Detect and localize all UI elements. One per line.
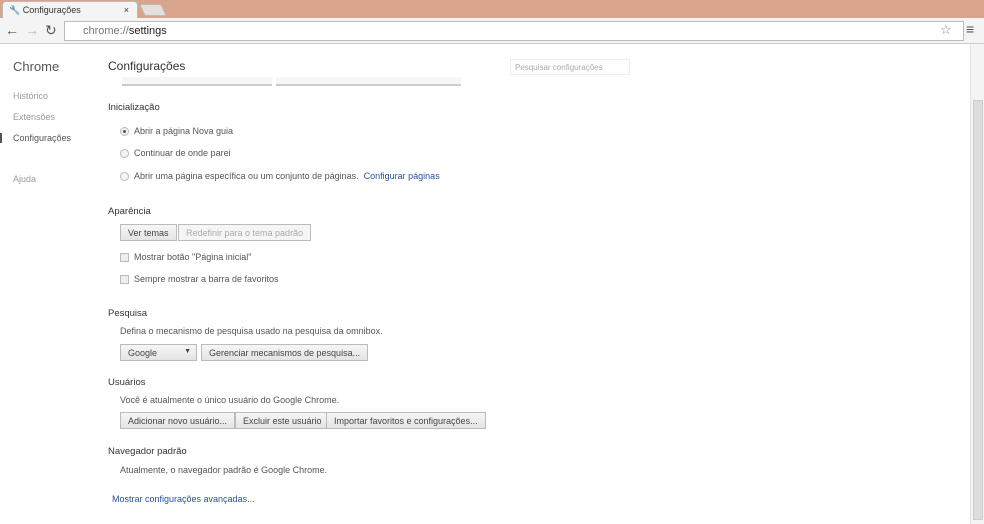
search-heading: Pesquisa <box>108 308 148 319</box>
radio[interactable] <box>120 148 129 158</box>
option-label: Mostrar botão "Página inicial" <box>134 252 252 262</box>
sidebar-item-settings[interactable]: Configurações <box>0 133 71 143</box>
back-icon[interactable]: ← <box>5 22 19 38</box>
scrolled-content-ghost <box>122 77 272 86</box>
default-browser-description: Atualmente, o navegador padrão é Google … <box>120 465 328 475</box>
chevron-down-icon: ▼ <box>184 348 191 355</box>
appearance-heading: Aparência <box>108 206 151 217</box>
url-path: settings <box>128 25 167 37</box>
url-scheme: chrome:// <box>83 25 129 37</box>
tab-settings[interactable]: 🔧 Configurações × <box>2 1 138 18</box>
scrollbar-thumb[interactable] <box>973 100 983 520</box>
option-label: Abrir a página Nova guia <box>134 126 234 136</box>
users-heading: Usuários <box>108 377 146 388</box>
sidebar: Chrome Histórico Extensões Configurações… <box>0 44 100 524</box>
page-title: Configurações <box>108 59 186 73</box>
show-home-option[interactable]: Mostrar botão "Página inicial" <box>120 252 251 262</box>
checkbox[interactable] <box>120 252 129 262</box>
manage-search-engines-button[interactable]: Gerenciar mecanismos de pesquisa... <box>201 344 369 361</box>
tab-title: Configurações <box>22 5 81 15</box>
new-tab-button[interactable] <box>139 4 167 16</box>
show-advanced-settings-link[interactable]: Mostrar configurações avançadas... <box>112 494 255 504</box>
sidebar-item-help[interactable]: Ajuda <box>13 174 36 184</box>
checkbox[interactable] <box>120 274 129 284</box>
selected-engine: Google <box>128 348 158 358</box>
radio-selected[interactable] <box>120 126 129 136</box>
scrolled-content-ghost <box>276 77 461 86</box>
search-engine-select[interactable]: Google ▼ <box>120 344 197 361</box>
set-pages-link[interactable]: Configurar páginas <box>364 171 440 181</box>
sidebar-item-extensions[interactable]: Extensões <box>13 112 55 122</box>
forward-icon[interactable]: → <box>25 22 39 38</box>
search-settings-input[interactable]: Pesquisar configurações <box>510 59 630 75</box>
reload-icon[interactable]: ↻ <box>45 22 57 39</box>
delete-user-button[interactable]: Excluir este usuário <box>235 412 330 429</box>
default-browser-heading: Navegador padrão <box>108 446 187 457</box>
wrench-icon: 🔧 <box>9 5 21 15</box>
option-label: Continuar de onde parei <box>134 148 231 158</box>
address-bar[interactable]: chrome://settings <box>64 21 964 41</box>
themes-button[interactable]: Ver temas <box>120 224 177 241</box>
toolbar: ← → ↻ chrome://settings ☆ ≡ <box>0 18 984 44</box>
sidebar-brand: Chrome <box>13 59 60 74</box>
sidebar-item-history[interactable]: Histórico <box>13 91 48 101</box>
bookmark-star-icon[interactable]: ☆ <box>940 22 952 38</box>
startup-heading: Inicialização <box>108 102 160 113</box>
search-description: Defina o mecanismo de pesquisa usado na … <box>120 326 383 336</box>
scrollbar[interactable] <box>970 44 984 524</box>
option-label: Abrir uma página específica ou um conjun… <box>134 171 359 181</box>
option-label: Sempre mostrar a barra de favoritos <box>134 274 279 284</box>
menu-icon[interactable]: ≡ <box>966 21 974 37</box>
add-user-button[interactable]: Adicionar novo usuário... <box>120 412 236 429</box>
show-bookmarks-option[interactable]: Sempre mostrar a barra de favoritos <box>120 274 279 284</box>
users-description: Você é atualmente o único usuário do Goo… <box>120 395 340 405</box>
startup-option-newtab[interactable]: Abrir a página Nova guia <box>120 126 233 136</box>
close-tab-icon[interactable]: × <box>124 5 129 15</box>
tab-strip: 🔧 Configurações × <box>0 0 984 18</box>
import-bookmarks-button[interactable]: Importar favoritos e configurações... <box>326 412 486 429</box>
settings-main: Configurações Pesquisar configurações In… <box>108 44 968 524</box>
startup-option-specific[interactable]: Abrir uma página específica ou um conjun… <box>120 171 440 181</box>
reset-theme-button[interactable]: Redefinir para o tema padrão <box>178 224 312 241</box>
radio[interactable] <box>120 171 129 181</box>
startup-option-continue[interactable]: Continuar de onde parei <box>120 148 231 158</box>
